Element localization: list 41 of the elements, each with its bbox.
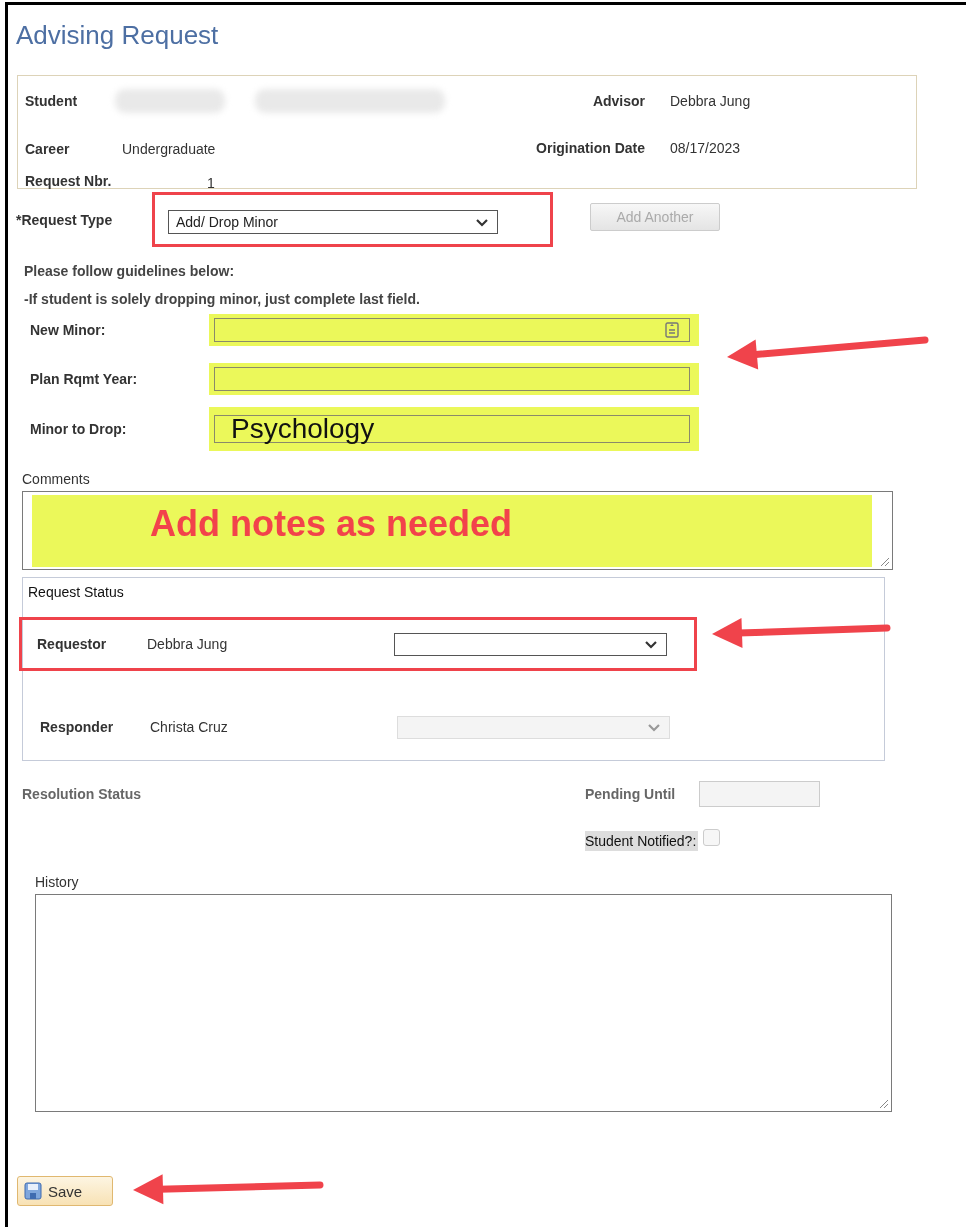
field-label: Minor to Drop: <box>30 420 128 439</box>
field-value: 08/17/2023 <box>670 139 741 158</box>
history-field[interactable] <box>35 894 892 1112</box>
field-label: Plan Rqmt Year: <box>30 370 139 389</box>
guideline-text: Please follow guidelines below: <box>23 262 236 281</box>
field-label: Resolution Status <box>22 785 142 804</box>
field-label: Responder <box>40 718 115 737</box>
checkbox[interactable] <box>703 828 721 846</box>
field-label: Comments <box>22 470 91 489</box>
section-title: Request Status <box>27 583 125 601</box>
chevron-down-icon <box>644 638 658 650</box>
checkbox-label: Student Notified?: <box>585 831 699 851</box>
save-button[interactable]: Save <box>17 1176 113 1206</box>
field-value: Debbra Jung <box>670 92 751 111</box>
chevron-down-icon <box>647 721 661 733</box>
field-value: Undergraduate <box>122 140 216 159</box>
input-field[interactable] <box>214 318 690 342</box>
lookup-icon <box>665 322 679 338</box>
input-field[interactable] <box>214 367 690 391</box>
annotation-text: Add notes as needed <box>150 504 513 544</box>
request-type-dropdown[interactable]: Add/ Drop Minor <box>168 210 498 234</box>
chevron-down-icon <box>475 216 489 228</box>
field-label: *Request Type <box>16 211 114 230</box>
field-label: Request Nbr. <box>25 172 113 191</box>
field-value: Debbra Jung <box>147 635 229 654</box>
page-title: Advising Request <box>16 19 220 51</box>
field-label: Requestor <box>37 635 108 654</box>
field-label: History <box>35 873 80 892</box>
guideline-text: -If student is solely dropping minor, just complete last field. <box>23 290 421 309</box>
field-label: New Minor: <box>30 321 107 340</box>
field-label: Career <box>25 140 71 159</box>
field-value: Christa Cruz <box>150 718 229 737</box>
field-label: Student <box>25 92 79 111</box>
field-label: Advisor <box>591 92 645 111</box>
resize-grip-icon <box>878 555 890 567</box>
field-value: 1 <box>207 174 215 193</box>
status-dropdown[interactable] <box>394 632 667 656</box>
resize-grip-icon <box>877 1097 889 1109</box>
field-label: Origination Date <box>535 139 645 158</box>
field-label: Pending Until <box>585 785 676 804</box>
input-field[interactable]: Psychology <box>214 415 690 443</box>
